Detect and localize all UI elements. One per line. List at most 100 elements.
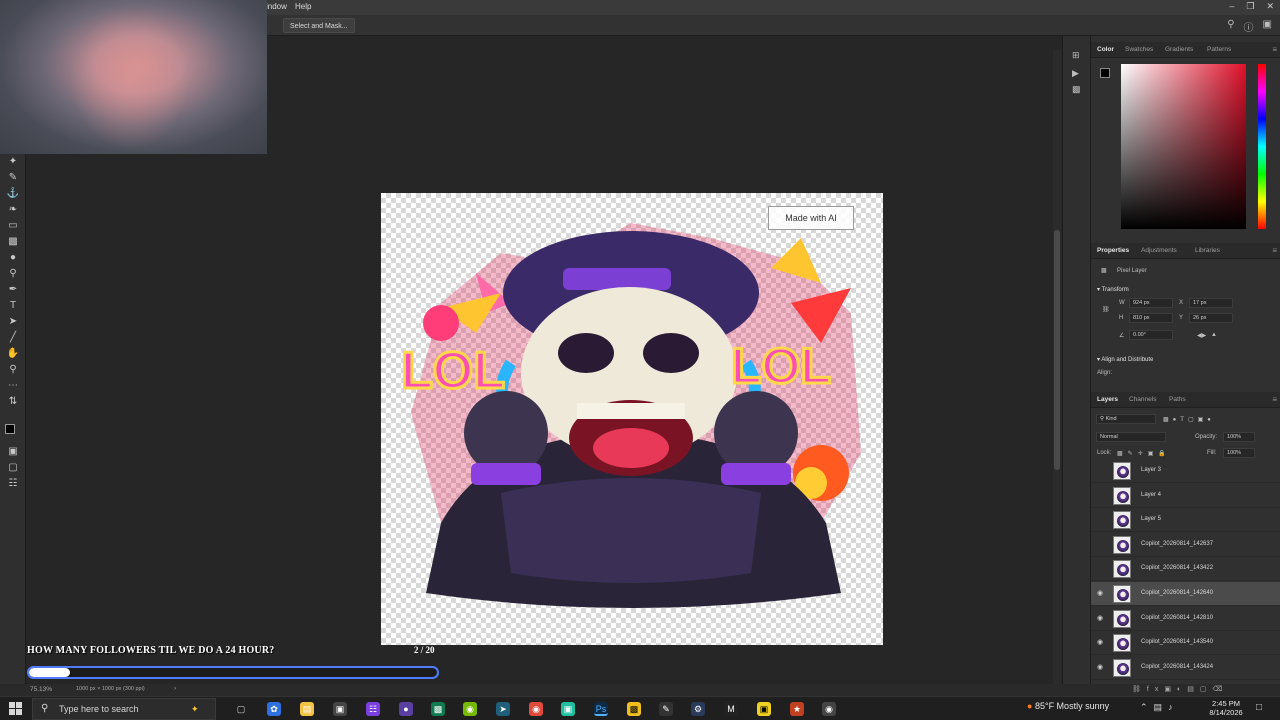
layer-row[interactable]: ◉ Copilot_20260814_142640 xyxy=(1091,582,1280,606)
panel-menu-icon[interactable]: ≡ xyxy=(1272,395,1277,404)
y-field[interactable]: 26 px xyxy=(1189,313,1233,323)
tab-swatches[interactable]: Swatches xyxy=(1125,46,1153,53)
mask-icon[interactable]: ▣ xyxy=(1164,686,1177,693)
stamp-icon[interactable]: ⚓ xyxy=(6,188,20,200)
trash-icon[interactable]: ⌫ xyxy=(1212,686,1228,693)
type-icon[interactable]: T xyxy=(6,300,20,312)
tab-channels[interactable]: Channels xyxy=(1129,396,1156,403)
document-canvas[interactable]: LOL LOL Made with AI xyxy=(381,193,883,645)
transform-section-label[interactable]: ▾ Transform xyxy=(1097,286,1129,293)
layer-row[interactable]: Layer 3 xyxy=(1091,459,1280,483)
panel-menu-icon[interactable]: ≡ xyxy=(1272,45,1277,54)
adjustment-icon[interactable]: ◐ xyxy=(1177,686,1187,693)
task-view-icon[interactable]: ▢ xyxy=(234,702,248,716)
layer-row[interactable]: Layer 5 xyxy=(1091,508,1280,533)
edit-toolbar-icon[interactable]: ☷ xyxy=(6,478,20,490)
align-section-label[interactable]: ▾ Align and Distribute xyxy=(1097,356,1153,363)
hand-icon[interactable]: ✋ xyxy=(6,348,20,360)
start-button[interactable] xyxy=(9,702,22,715)
tab-layers[interactable]: Layers xyxy=(1097,396,1118,403)
taskbar-search-box[interactable]: ⚲ Type here to search ✦ xyxy=(32,698,216,720)
clock[interactable]: 2:45 PM 8/14/2026 xyxy=(1202,699,1250,717)
link-layers-icon[interactable]: ⛓ xyxy=(1132,686,1147,693)
network-icon[interactable]: ▤ xyxy=(1154,702,1169,712)
layer-row[interactable]: ◉ Copilot_20260814_142810 xyxy=(1091,607,1280,631)
fx-icon[interactable]: fx xyxy=(1147,686,1164,693)
layer-row[interactable]: Layer 4 xyxy=(1091,484,1280,508)
group-icon[interactable]: ▤ xyxy=(1187,686,1200,693)
fill-field[interactable]: 100% xyxy=(1223,448,1255,458)
quick-mask-icon[interactable]: ▣ xyxy=(6,446,20,458)
workspace-icon[interactable]: ▣ xyxy=(1263,19,1272,34)
healing-brush-icon[interactable]: ✦ xyxy=(6,156,20,168)
comment-icon[interactable]: ▩ xyxy=(1072,84,1081,95)
tab-patterns[interactable]: Patterns xyxy=(1207,46,1231,53)
app-icon-9[interactable]: M xyxy=(724,702,738,716)
eraser-icon[interactable]: ▭ xyxy=(6,220,20,232)
tab-adjustments[interactable]: Adjustments xyxy=(1141,247,1177,254)
width-field[interactable]: 924 px xyxy=(1129,298,1173,308)
app-icon-11[interactable]: ★ xyxy=(790,702,804,716)
layer-filter-select[interactable]: ⚲ Kind xyxy=(1096,414,1156,424)
workspace-scrollbar[interactable] xyxy=(1053,50,1061,684)
restore-icon[interactable]: ❐ xyxy=(1246,1,1254,12)
panel-menu-icon[interactable]: ≡ xyxy=(1272,246,1277,255)
blend-mode-select[interactable]: Normal xyxy=(1096,432,1166,442)
layer-row[interactable]: Copilot_20260814_142637 xyxy=(1091,533,1280,557)
photoshop-icon[interactable]: Ps xyxy=(594,702,608,716)
notifications-icon[interactable]: □ xyxy=(1256,702,1262,713)
tab-color[interactable]: Color xyxy=(1097,46,1114,53)
select-and-mask-button[interactable]: Select and Mask... xyxy=(283,18,355,33)
link-icon[interactable]: ⛓ xyxy=(1102,306,1110,313)
app-icon-10[interactable]: ▣ xyxy=(757,702,771,716)
flip-vertical-icon[interactable]: ▲ xyxy=(1211,332,1217,338)
history-brush-icon[interactable]: ❧ xyxy=(6,204,20,216)
opacity-field[interactable]: 100% xyxy=(1223,432,1255,442)
eye-icon[interactable]: ◉ xyxy=(1097,589,1103,597)
eye-icon[interactable]: ◉ xyxy=(1097,663,1103,671)
copilot-icon[interactable]: ✿ xyxy=(267,702,281,716)
app-icon-8[interactable]: ✎ xyxy=(659,702,673,716)
brush-icon[interactable]: ✎ xyxy=(6,172,20,184)
layer-row[interactable]: ◉ Copilot_20260814_143424 xyxy=(1091,656,1280,680)
eye-icon[interactable]: ◉ xyxy=(1097,614,1103,622)
layer-row[interactable]: ◉ Copilot_20260814_143540 xyxy=(1091,631,1280,656)
gradient-icon[interactable]: ▩ xyxy=(6,236,20,248)
color-foreground-swatch[interactable] xyxy=(1100,68,1110,78)
chrome-icon[interactable]: ◉ xyxy=(529,702,543,716)
tab-libraries[interactable]: Libraries xyxy=(1195,247,1220,254)
layer-row[interactable]: Copilot_20260814_143422 xyxy=(1091,557,1280,582)
menu-window[interactable]: indow xyxy=(266,2,287,11)
file-explorer-icon[interactable]: ▤ xyxy=(300,702,314,716)
height-field[interactable]: 810 px xyxy=(1129,313,1173,323)
swap-colors-icon[interactable]: ⇅ xyxy=(6,396,20,408)
app-icon-5[interactable]: ➤ xyxy=(496,702,510,716)
x-field[interactable]: 17 px xyxy=(1189,298,1233,308)
foreground-color-swatch[interactable] xyxy=(5,424,15,434)
search-icon[interactable]: ⚲ xyxy=(1227,19,1234,34)
lock-icons[interactable]: ▩✎✛▣🔒 xyxy=(1117,450,1171,457)
app-icon-2[interactable]: ☷ xyxy=(366,702,380,716)
scrollbar-thumb[interactable] xyxy=(1054,230,1060,470)
nvidia-icon[interactable]: ◉ xyxy=(463,702,477,716)
tab-properties[interactable]: Properties xyxy=(1097,247,1129,254)
path-select-icon[interactable]: ➤ xyxy=(6,316,20,328)
more-tools-icon[interactable]: ⋯ xyxy=(6,380,20,392)
layer-filter-icons[interactable]: ▩●T▢▣● xyxy=(1163,416,1215,423)
app-icon-7[interactable]: ▩ xyxy=(627,702,641,716)
weather-widget[interactable]: ● 85°F Mostly sunny xyxy=(1027,701,1109,711)
help-icon[interactable]: ⓘ xyxy=(1244,19,1254,34)
menu-help[interactable]: Help xyxy=(295,2,311,11)
tab-paths[interactable]: Paths xyxy=(1169,396,1186,403)
volume-icon[interactable]: ♪ xyxy=(1168,702,1179,712)
play-action-icon[interactable]: ▶ xyxy=(1072,68,1079,79)
close-icon[interactable]: ✕ xyxy=(1266,1,1274,12)
flip-horizontal-icon[interactable]: ◀▶ xyxy=(1197,332,1206,339)
dodge-icon[interactable]: ⚲ xyxy=(6,268,20,280)
app-icon-4[interactable]: ▩ xyxy=(431,702,445,716)
app-icon-3[interactable]: ● xyxy=(399,702,413,716)
history-icon[interactable]: ⊞ xyxy=(1072,50,1080,61)
eye-icon[interactable]: ◉ xyxy=(1097,638,1103,646)
color-picker-field[interactable] xyxy=(1121,64,1246,229)
status-menu-icon[interactable]: › xyxy=(174,685,176,692)
